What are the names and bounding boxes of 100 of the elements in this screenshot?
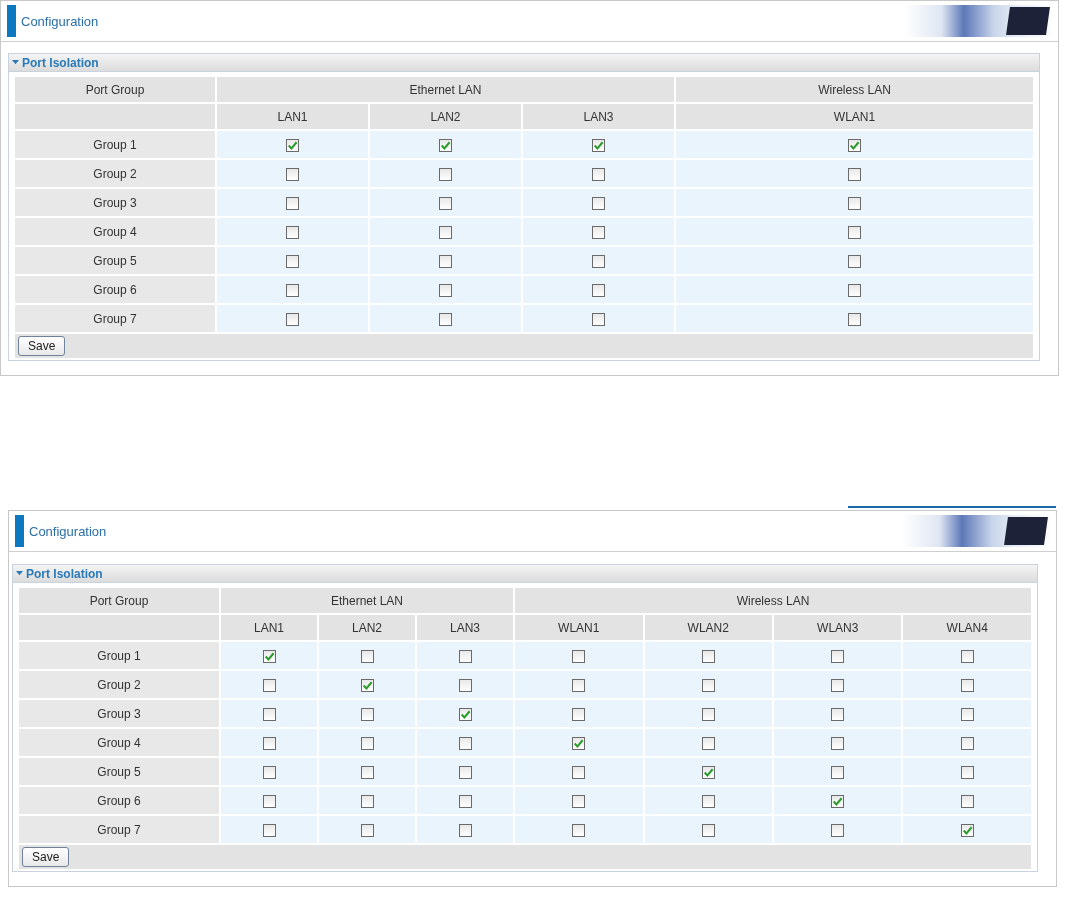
column-header: Ethernet LAN xyxy=(217,77,675,102)
row-label: Group 6 xyxy=(19,787,219,814)
checkbox[interactable] xyxy=(592,254,605,268)
checkbox[interactable] xyxy=(360,765,374,779)
checkbox[interactable] xyxy=(286,225,299,239)
checkbox[interactable] xyxy=(848,167,861,181)
checkbox[interactable] xyxy=(848,283,861,297)
checkbox[interactable] xyxy=(701,823,715,837)
checkbox[interactable] xyxy=(701,707,715,721)
checkbox[interactable] xyxy=(592,283,605,297)
checkbox[interactable] xyxy=(360,678,374,692)
checkbox[interactable] xyxy=(572,736,586,750)
checkbox[interactable] xyxy=(960,794,974,808)
accent-bar xyxy=(7,5,16,37)
checkbox[interactable] xyxy=(701,649,715,663)
checkbox[interactable] xyxy=(439,138,452,152)
checkbox[interactable] xyxy=(572,794,586,808)
checkbox[interactable] xyxy=(286,254,299,268)
checkbox[interactable] xyxy=(592,138,605,152)
panel-title: Configuration xyxy=(21,13,99,29)
checkbox[interactable] xyxy=(458,823,472,837)
checkbox[interactable] xyxy=(439,283,452,297)
checkbox[interactable] xyxy=(286,138,299,152)
row-label: Group 2 xyxy=(19,671,219,698)
column-header: WLAN3 xyxy=(774,615,902,640)
checkbox[interactable] xyxy=(262,736,276,750)
checkbox[interactable] xyxy=(572,649,586,663)
checkbox[interactable] xyxy=(286,167,299,181)
save-button[interactable]: Save xyxy=(22,847,70,867)
row-label: Group 3 xyxy=(15,189,215,216)
checkbox[interactable] xyxy=(439,312,452,326)
checkbox[interactable] xyxy=(458,736,472,750)
checkbox[interactable] xyxy=(960,736,974,750)
checkbox[interactable] xyxy=(848,225,861,239)
checkbox[interactable] xyxy=(262,823,276,837)
column-header: Port Group xyxy=(19,588,219,613)
checkbox[interactable] xyxy=(439,167,452,181)
checkbox[interactable] xyxy=(439,196,452,210)
checkbox[interactable] xyxy=(960,649,974,663)
checkbox[interactable] xyxy=(701,794,715,808)
checkbox[interactable] xyxy=(439,254,452,268)
checkbox[interactable] xyxy=(592,225,605,239)
checkbox[interactable] xyxy=(848,312,861,326)
checkbox[interactable] xyxy=(262,707,276,721)
column-header: LAN1 xyxy=(217,104,368,129)
checkbox[interactable] xyxy=(701,678,715,692)
checkbox[interactable] xyxy=(831,794,845,808)
checkbox[interactable] xyxy=(262,678,276,692)
checkbox[interactable] xyxy=(360,707,374,721)
checkbox[interactable] xyxy=(360,736,374,750)
column-header: LAN2 xyxy=(319,615,415,640)
checkbox[interactable] xyxy=(286,283,299,297)
row-label: Group 4 xyxy=(19,729,219,756)
checkbox[interactable] xyxy=(262,765,276,779)
checkbox[interactable] xyxy=(572,765,586,779)
checkbox[interactable] xyxy=(360,823,374,837)
checkbox[interactable] xyxy=(848,138,861,152)
checkbox[interactable] xyxy=(360,794,374,808)
checkbox[interactable] xyxy=(960,765,974,779)
save-button[interactable]: Save xyxy=(18,336,66,356)
checkbox[interactable] xyxy=(572,823,586,837)
checkbox[interactable] xyxy=(592,167,605,181)
checkbox[interactable] xyxy=(286,312,299,326)
checkbox[interactable] xyxy=(458,765,472,779)
checkbox[interactable] xyxy=(360,649,374,663)
checkbox[interactable] xyxy=(831,649,845,663)
checkbox[interactable] xyxy=(592,312,605,326)
row-label: Group 1 xyxy=(19,642,219,669)
section-header[interactable]: Port Isolation xyxy=(13,565,1037,583)
checkbox[interactable] xyxy=(458,794,472,808)
checkbox[interactable] xyxy=(701,736,715,750)
checkbox[interactable] xyxy=(848,196,861,210)
column-header: LAN2 xyxy=(370,104,521,129)
checkbox[interactable] xyxy=(831,765,845,779)
checkbox[interactable] xyxy=(592,196,605,210)
checkbox[interactable] xyxy=(458,678,472,692)
checkbox[interactable] xyxy=(960,678,974,692)
checkbox[interactable] xyxy=(458,707,472,721)
checkbox[interactable] xyxy=(458,649,472,663)
checkbox[interactable] xyxy=(831,678,845,692)
section-header[interactable]: Port Isolation xyxy=(9,54,1039,72)
checkbox[interactable] xyxy=(572,678,586,692)
checkbox[interactable] xyxy=(439,225,452,239)
checkbox[interactable] xyxy=(848,254,861,268)
checkbox[interactable] xyxy=(960,707,974,721)
checkbox[interactable] xyxy=(572,707,586,721)
accent-bar xyxy=(15,515,24,547)
checkbox[interactable] xyxy=(286,196,299,210)
checkbox[interactable] xyxy=(262,794,276,808)
checkbox[interactable] xyxy=(831,707,845,721)
checkbox[interactable] xyxy=(701,765,715,779)
column-header: LAN3 xyxy=(523,104,675,129)
checkbox[interactable] xyxy=(831,736,845,750)
row-label: Group 5 xyxy=(15,247,215,274)
row-label: Group 7 xyxy=(19,816,219,843)
checkbox[interactable] xyxy=(262,649,276,663)
checkbox[interactable] xyxy=(831,823,845,837)
row-label: Group 4 xyxy=(15,218,215,245)
checkbox[interactable] xyxy=(960,823,974,837)
column-header: WLAN2 xyxy=(644,615,772,640)
